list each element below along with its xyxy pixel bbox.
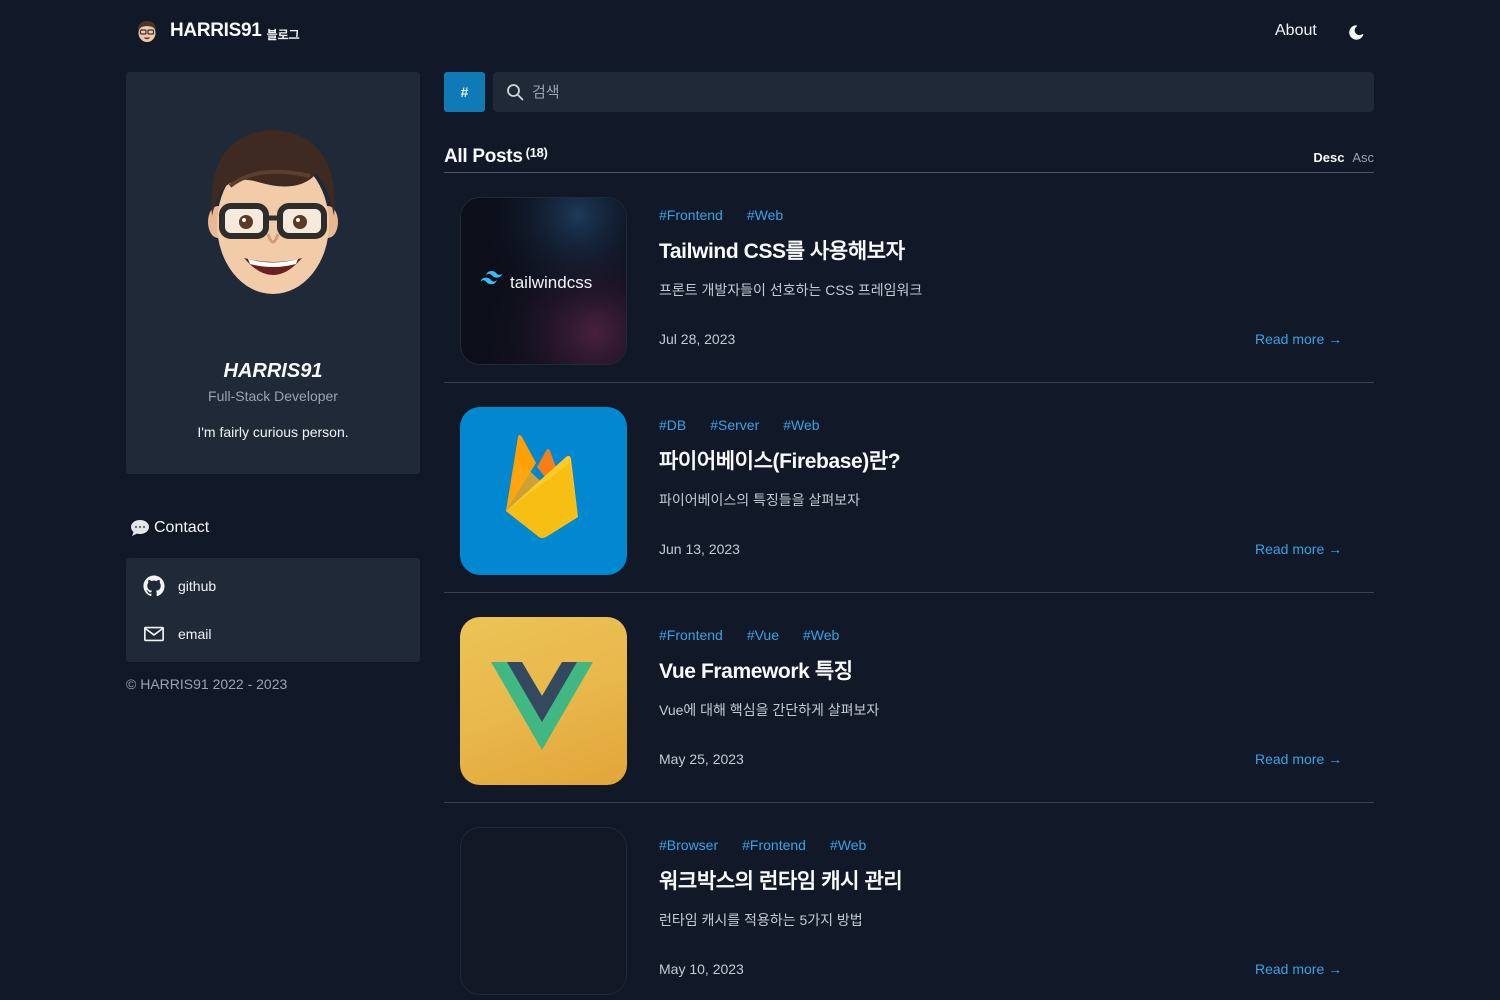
posts-title-text: All Posts xyxy=(444,146,523,167)
contact-email-link[interactable]: email xyxy=(143,623,211,645)
sort-asc-button[interactable]: Asc xyxy=(1352,150,1374,165)
memoji-avatar-icon xyxy=(138,21,156,42)
post-tag[interactable]: #Server xyxy=(710,417,759,433)
post-description: Vue에 대해 핵심을 간단하게 살펴보자 xyxy=(659,702,880,718)
site-header: HARRIS91 블로그 About xyxy=(0,0,1500,64)
post-date: May 25, 2023 xyxy=(659,751,744,767)
search-bar xyxy=(493,72,1374,112)
post-thumbnail: tailwindcss xyxy=(460,197,627,365)
post-tag[interactable]: #Frontend xyxy=(742,837,806,853)
post-thumbnail xyxy=(460,617,627,785)
post-title[interactable]: 파이어베이스(Firebase)란? xyxy=(659,445,901,475)
sort-options: Desc Asc xyxy=(1313,150,1374,165)
post-date: Jun 13, 2023 xyxy=(659,541,740,557)
profile-role: Full-Stack Developer xyxy=(208,388,338,404)
read-more-link[interactable]: Read more → xyxy=(1255,961,1342,977)
tailwind-logo-image: tailwindcss xyxy=(461,198,626,364)
post-tag[interactable]: #DB xyxy=(659,417,686,433)
post-thumbnail xyxy=(460,827,627,995)
firebase-logo-icon xyxy=(506,435,578,538)
posts-title: All Posts (18) xyxy=(444,145,548,168)
read-more-link[interactable]: Read more → xyxy=(1255,331,1342,347)
vue-logo-icon xyxy=(491,662,593,750)
nav-about-link[interactable]: About xyxy=(1275,22,1317,40)
contact-title: Contact xyxy=(154,519,210,536)
posts-count: (18) xyxy=(525,145,548,160)
sort-desc-button[interactable]: Desc xyxy=(1313,150,1344,165)
post-title[interactable]: Tailwind CSS를 사용해보자 xyxy=(659,235,905,265)
github-icon xyxy=(143,575,165,597)
brand-name: HARRIS91 xyxy=(170,20,262,41)
post-title[interactable]: 워크박스의 런타임 캐시 관리 xyxy=(659,865,903,895)
post-description: 런타임 캐시를 적용하는 5가지 방법 xyxy=(659,912,863,928)
post-title[interactable]: Vue Framework 특징 xyxy=(659,655,853,685)
read-more-link[interactable]: Read more → xyxy=(1255,541,1342,557)
moon-icon[interactable] xyxy=(1348,22,1368,42)
post-item[interactable]: tailwindcss #Frontend #Web Tailwind CSS를… xyxy=(444,173,1374,383)
profile-name: HARRIS91 xyxy=(223,360,323,382)
search-icon xyxy=(507,84,524,101)
contact-card: github email xyxy=(126,558,420,662)
contact-email-label: email xyxy=(178,626,212,642)
posts-header: All Posts (18) Desc Asc xyxy=(444,144,1374,173)
post-thumbnail xyxy=(460,407,627,575)
contact-github-label: github xyxy=(178,578,217,594)
profile-bio: I'm fairly curious person. xyxy=(197,424,349,440)
profile-avatar xyxy=(208,130,338,294)
post-tag[interactable]: #Browser xyxy=(659,837,718,853)
tailwind-logo-text: tailwindcss xyxy=(510,273,592,292)
post-tag[interactable]: #Frontend xyxy=(659,627,723,643)
post-tag[interactable]: #Web xyxy=(783,417,819,433)
post-tags: #Frontend #Vue #Web xyxy=(659,627,863,643)
profile-card: HARRIS91 Full-Stack Developer I'm fairly… xyxy=(126,72,420,474)
mail-icon xyxy=(144,626,164,642)
post-tag[interactable]: #Vue xyxy=(747,627,779,643)
post-tag[interactable]: #Web xyxy=(747,207,783,223)
post-date: Jul 28, 2023 xyxy=(659,331,736,347)
post-item[interactable]: #DB #Server #Web 파이어베이스(Firebase)란? 파이어베… xyxy=(444,383,1374,593)
contact-github-link[interactable]: github xyxy=(143,575,216,597)
post-item[interactable]: #Browser #Frontend #Web 워크박스의 런타임 캐시 관리 … xyxy=(444,803,1374,1000)
post-date: May 10, 2023 xyxy=(659,961,744,977)
brand-subtitle: 블로그 xyxy=(266,27,300,42)
post-tags: #Browser #Frontend #Web xyxy=(659,837,890,853)
post-tag[interactable]: #Frontend xyxy=(659,207,723,223)
post-description: 파이어베이스의 특징들을 살펴보자 xyxy=(659,492,860,508)
post-tag[interactable]: #Web xyxy=(830,837,866,853)
read-more-link[interactable]: Read more → xyxy=(1255,751,1342,767)
post-item[interactable]: #Frontend #Vue #Web Vue Framework 특징 Vue… xyxy=(444,593,1374,803)
contact-heading: Contact xyxy=(130,519,209,537)
post-tags: #Frontend #Web xyxy=(659,207,807,223)
search-input[interactable] xyxy=(532,83,1332,101)
post-description: 프론트 개발자들이 선호하는 CSS 프레임워크 xyxy=(659,282,923,298)
tag-filter-button[interactable]: # xyxy=(444,72,485,112)
speech-bubble-icon xyxy=(131,520,149,536)
post-tags: #DB #Server #Web xyxy=(659,417,844,433)
brand-link[interactable]: HARRIS91 블로그 xyxy=(134,18,300,44)
post-tag[interactable]: #Web xyxy=(803,627,839,643)
copyright: © HARRIS91 2022 - 2023 xyxy=(126,676,288,692)
